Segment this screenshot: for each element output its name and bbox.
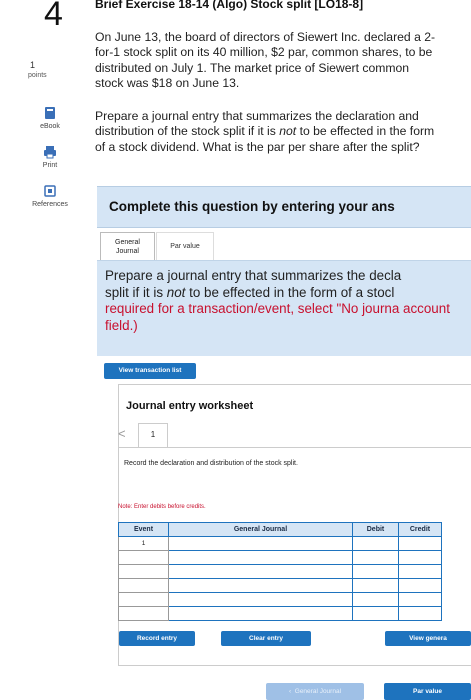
event-cell (118, 578, 169, 593)
debit-input[interactable] (352, 564, 399, 579)
points-value: 1 (30, 60, 36, 70)
nav-general-journal-button[interactable]: ‹ General Journal (266, 683, 364, 700)
points-label: points (28, 72, 47, 79)
debit-input[interactable] (352, 578, 399, 593)
debits-note: Note: Enter debits before credits. (118, 504, 206, 510)
complete-question-banner: Complete this question by entering your … (97, 186, 471, 228)
journal-table: Event General Journal Debit Credit 1 (118, 522, 442, 621)
instructions-panel: Prepare a journal entry that summarizes … (97, 260, 471, 356)
nav-par-value-button[interactable]: Par value (384, 683, 471, 700)
instructions-red-text: required for a transaction/event, select… (105, 301, 450, 333)
references-icon (44, 185, 56, 197)
print-icon (44, 146, 56, 159)
debit-input[interactable] (352, 592, 399, 607)
clear-entry-button[interactable]: Clear entry (221, 631, 311, 646)
col-event: Event (118, 522, 169, 537)
view-general-journal-button[interactable]: View genera (385, 631, 471, 646)
debit-input[interactable] (352, 606, 399, 621)
account-input[interactable] (168, 606, 353, 621)
instructions-emphasis: not (166, 284, 186, 300)
table-row (118, 578, 442, 593)
instructions-text-c: to be effected in the form of a stocl (185, 284, 395, 300)
credit-input[interactable] (398, 564, 442, 579)
journal-table-header: Event General Journal Debit Credit (118, 522, 442, 537)
question-number: 4 (44, 0, 63, 33)
record-entry-button[interactable]: Record entry (119, 631, 195, 646)
debit-input[interactable] (352, 536, 399, 551)
print-label: Print (42, 162, 58, 169)
worksheet-description-box: Record the declaration and distribution … (118, 447, 471, 495)
credit-input[interactable] (398, 578, 442, 593)
tab-general-journal-line2: Journal (116, 248, 139, 255)
col-general-journal: General Journal (168, 522, 353, 537)
worksheet-title: Journal entry worksheet (126, 400, 254, 412)
account-input[interactable] (168, 536, 353, 551)
col-debit: Debit (352, 522, 399, 537)
ebook-label: eBook (40, 123, 60, 130)
worksheet-description: Record the declaration and distribution … (124, 460, 298, 467)
ebook-link[interactable]: eBook (28, 106, 72, 130)
credit-input[interactable] (398, 550, 442, 565)
credit-input[interactable] (398, 606, 442, 621)
debit-input[interactable] (352, 550, 399, 565)
instructions-text-b: split if it is (105, 284, 167, 300)
ebook-icon (45, 107, 55, 119)
print-link[interactable]: Print (28, 145, 72, 169)
table-row: 1 (118, 536, 442, 551)
question-title: Brief Exercise 18-14 (Algo) Stock split … (95, 0, 364, 11)
worksheet-page-tab[interactable]: 1 (138, 423, 168, 447)
event-cell (118, 550, 169, 565)
event-cell (118, 564, 169, 579)
question-paragraph-1: On June 13, the board of directors of Si… (95, 30, 436, 90)
nav-general-journal-label: General Journal (294, 688, 342, 695)
complete-banner-text: Complete this question by entering your … (109, 199, 395, 214)
account-input[interactable] (168, 592, 353, 607)
account-input[interactable] (168, 564, 353, 579)
instructions-text: Prepare a journal entry that summarizes … (105, 268, 450, 334)
table-row (118, 550, 442, 565)
references-link[interactable]: References (28, 184, 72, 208)
paragraph2-emphasis: not (279, 124, 297, 139)
account-input[interactable] (168, 578, 353, 593)
tab-par-value[interactable]: Par value (156, 232, 214, 260)
event-cell: 1 (118, 536, 169, 551)
event-cell (118, 606, 169, 621)
tab-general-journal-line1: General (115, 239, 140, 246)
credit-input[interactable] (398, 592, 442, 607)
account-input[interactable] (168, 550, 353, 565)
tab-general-journal[interactable]: General Journal (100, 232, 155, 260)
references-label: References (32, 201, 68, 208)
col-credit: Credit (398, 522, 442, 537)
table-row (118, 564, 442, 579)
table-row (118, 592, 442, 607)
question-paragraph-2: Prepare a journal entry that summarizes … (95, 109, 440, 155)
view-transaction-list-button[interactable]: View transaction list (104, 363, 196, 379)
instructions-text-a: Prepare a journal entry that summarizes … (105, 268, 402, 283)
event-cell (118, 592, 169, 607)
credit-input[interactable] (398, 536, 442, 551)
prev-page-arrow-icon[interactable]: < (118, 426, 126, 441)
table-row (118, 606, 442, 621)
